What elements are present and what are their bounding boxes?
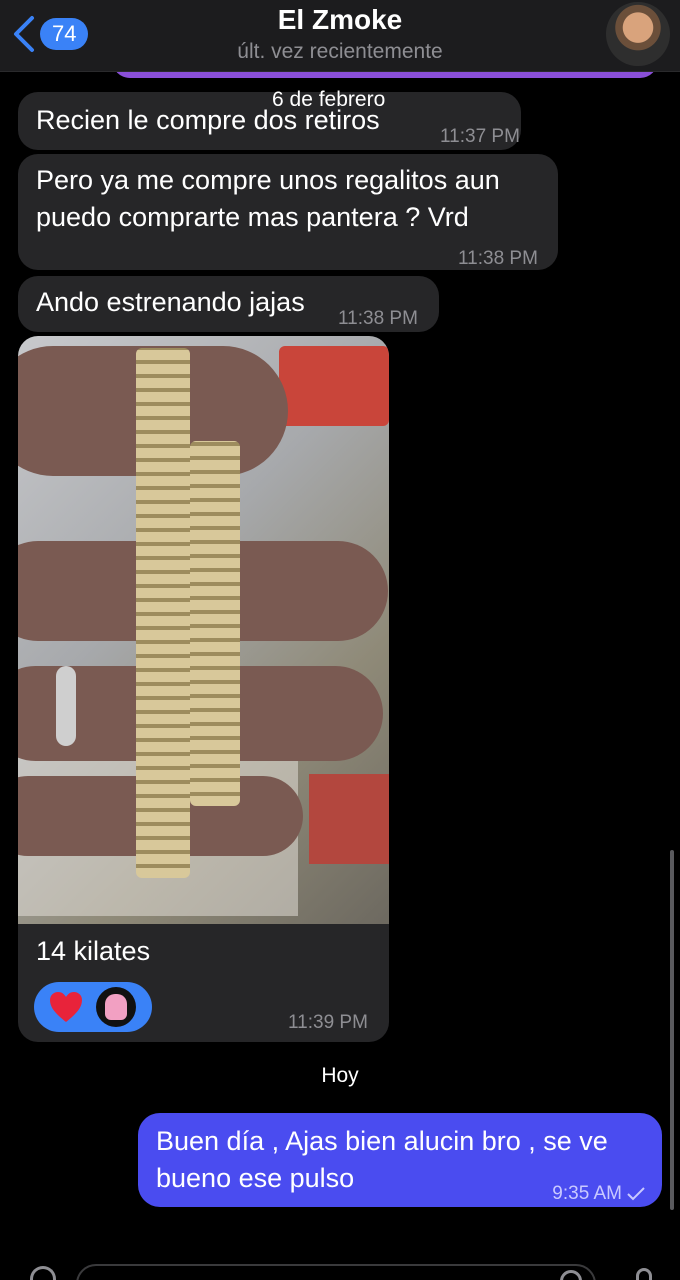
message-input[interactable] [76, 1264, 596, 1280]
silver-ring [56, 666, 76, 746]
check-icon [626, 1186, 646, 1202]
reactor-avatar [96, 987, 136, 1027]
gold-bracelet [190, 441, 240, 806]
chat-title: El Zmoke [277, 4, 403, 35]
photo-caption-area: 14 kilates 11:39 PM [18, 924, 389, 1042]
message-time-wrap: 9:35 AM [552, 1175, 646, 1212]
scrollbar[interactable] [670, 850, 674, 1210]
microphone-icon[interactable] [636, 1268, 652, 1280]
background-object [309, 774, 389, 864]
last-seen-status: últ. vez recientemente [237, 40, 443, 63]
gold-bracelet [136, 348, 190, 878]
chat-title-area[interactable]: El Zmoke últ. vez recientemente [0, 4, 680, 66]
photo-caption: 14 kilates [36, 936, 151, 966]
received-message[interactable]: Recien le compre dos retiros 11:37 PM [18, 92, 521, 150]
day-separator: Hoy [321, 1064, 359, 1087]
date-separator: 6 de febrero [272, 88, 386, 111]
message-reactions[interactable] [34, 982, 152, 1032]
bracelet-photo[interactable] [18, 336, 389, 924]
background-object [279, 346, 389, 426]
received-message[interactable]: Pero ya me compre unos regalitos aun pue… [18, 154, 558, 270]
message-time: 11:38 PM [458, 248, 538, 269]
chat-screen: 74 El Zmoke últ. vez recientemente Recie… [0, 0, 680, 1280]
attach-icon[interactable] [30, 1266, 56, 1280]
message-text: Pero ya me compre unos regalitos aun pue… [36, 165, 500, 232]
received-message[interactable]: Ando estrenando jajas 11:38 PM [18, 276, 439, 332]
message-time: 9:35 AM [552, 1183, 622, 1204]
message-time: 11:37 PM [440, 126, 520, 147]
message-text: Ando estrenando jajas [36, 287, 305, 317]
chat-header: 74 El Zmoke últ. vez recientemente [0, 0, 680, 72]
message-composer [0, 1250, 680, 1280]
message-time: 11:39 PM [288, 1012, 368, 1033]
sent-message[interactable]: Buen día , Ajas bien alucin bro , se ve … [138, 1113, 662, 1207]
heart-icon [48, 990, 84, 1024]
message-time: 11:38 PM [338, 308, 418, 329]
contact-avatar[interactable] [606, 2, 670, 66]
